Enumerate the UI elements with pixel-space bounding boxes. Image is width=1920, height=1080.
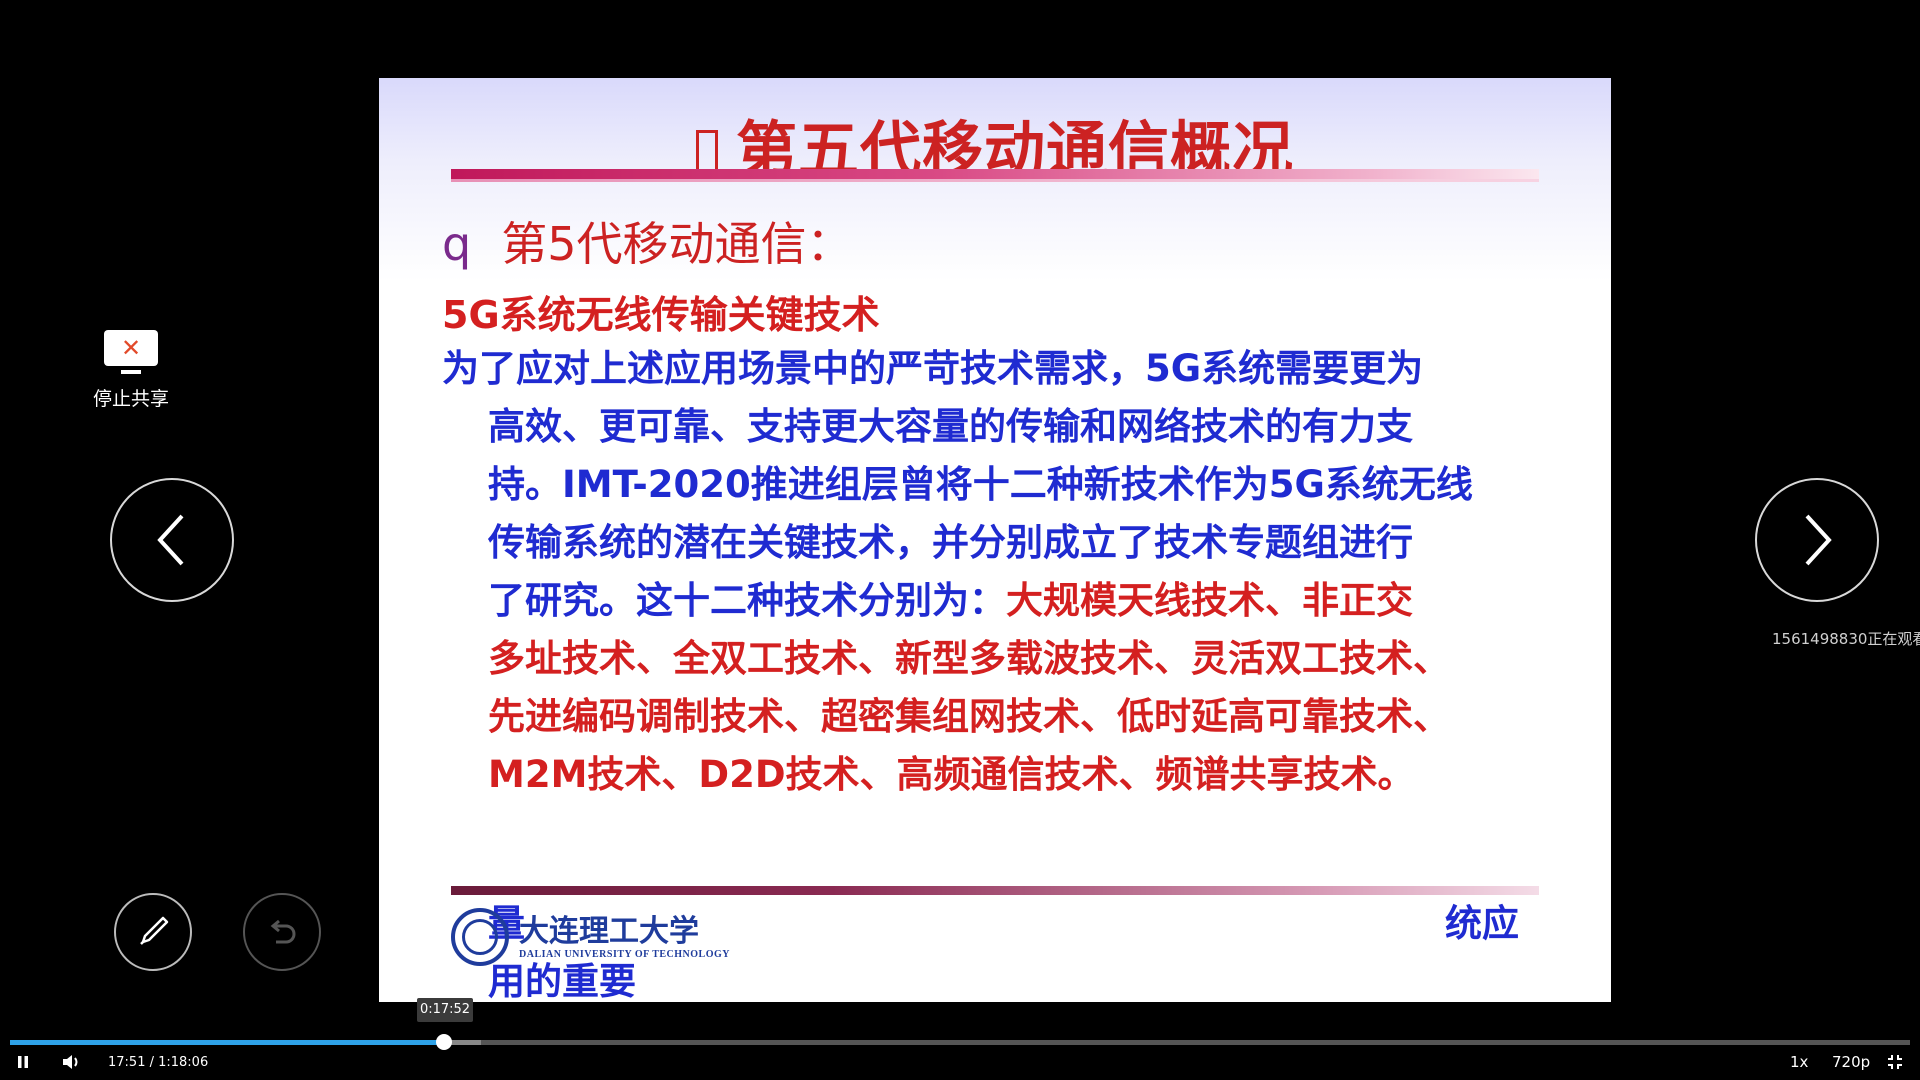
annotate-pen-button[interactable] (114, 893, 192, 971)
body-line: 高效、更可靠、支持更大容量的传输和网络技术的有力支 (488, 405, 1413, 448)
tech-list-line: M2M技术、D2D技术、高频通信技术、频谱共享技术。 (488, 753, 1415, 796)
pause-icon (18, 1056, 28, 1068)
exit-fullscreen-button[interactable] (1886, 1049, 1904, 1075)
tech-list-line: 多址技术、全双工技术、新型多载波技术、灵活双工技术、 (488, 637, 1450, 680)
seek-bar-played (10, 1040, 445, 1045)
stop-share-button[interactable]: ✕ 停止共享 (86, 330, 176, 411)
bullet-heading: q 第5代移动通信： (442, 208, 852, 274)
bullet-marker: q (442, 217, 472, 271)
title-underline-shadow (451, 179, 1539, 182)
previous-slide-button[interactable] (110, 478, 234, 602)
volume-button[interactable] (61, 1049, 83, 1075)
pen-icon (140, 916, 169, 945)
undo-button[interactable] (243, 893, 321, 971)
slide-body: 为了应对上述应用场景中的严苛技术需求，5G系统需要更为 高效、更可靠、支持更大容… (442, 340, 1542, 804)
volume-icon (63, 1055, 78, 1069)
screen: 第五代移动通信概况 q 第5代移动通信： 5G系统无线传输关键技术 为了应对上述应… (0, 0, 1920, 1080)
pause-button[interactable] (14, 1049, 32, 1075)
stop-share-icon: ✕ (104, 330, 158, 374)
tech-list-line: 先进编码调制技术、超密集组网技术、低时延高可靠技术、 (488, 695, 1450, 738)
presentation-slide: 第五代移动通信概况 q 第5代移动通信： 5G系统无线传输关键技术 为了应对上述应… (379, 78, 1611, 1002)
body-line: 持。IMT-2020推进组层曾将十二种新技术作为5G系统无线 (488, 463, 1473, 506)
playback-speed-button[interactable]: 1x (1790, 1049, 1808, 1075)
time-display: 17:51 / 1:18:06 (108, 1054, 209, 1070)
seek-time-tooltip: 0:17:52 (417, 998, 473, 1022)
footer-rule (451, 886, 1539, 895)
viewer-status: 1561498830正在观看 (1772, 630, 1920, 648)
seek-bar[interactable] (10, 1034, 1910, 1050)
bullet-heading-text: 第5代移动通信： (501, 217, 853, 271)
body-line-blue-part: 了研究。这十二种技术分别为： (488, 579, 1006, 622)
bullet-box-icon (695, 130, 718, 174)
logo-english-name: DALIAN UNIVERSITY OF TECHNOLOGY (519, 948, 730, 960)
close-x-icon: ✕ (120, 334, 142, 362)
university-seal-icon (451, 908, 509, 966)
seek-bar-handle[interactable] (436, 1034, 453, 1050)
logo-chinese-name: 大连理工大学 (519, 913, 699, 949)
logo-text-block: 大连理工大学 DALIAN UNIVERSITY OF TECHNOLOGY (519, 913, 730, 960)
body-line: 为了应对上述应用场景中的严苛技术需求，5G系统需要更为 (442, 347, 1424, 390)
body-line-mixed: 了研究。这十二种技术分别为：大规模天线技术、非正交 (442, 572, 1542, 630)
body-line-red-part: 大规模天线技术、非正交 (1006, 579, 1413, 622)
undo-icon (270, 919, 296, 944)
title-underline (451, 169, 1539, 179)
chevron-right-icon (1805, 514, 1832, 566)
quality-button[interactable]: 720p (1832, 1049, 1870, 1075)
exit-fullscreen-icon (1888, 1055, 1902, 1069)
stop-share-label: 停止共享 (92, 388, 169, 410)
partial-text-right: 统应 (1445, 902, 1519, 945)
chevron-left-icon (157, 514, 184, 566)
university-logo: 大连理工大学 DALIAN UNIVERSITY OF TECHNOLOGY (451, 908, 730, 966)
body-line: 传输系统的潜在关键技术，并分别成立了技术专题组进行 (488, 521, 1413, 564)
next-slide-button[interactable] (1755, 478, 1879, 602)
section-subhead: 5G系统无线传输关键技术 (442, 293, 880, 337)
